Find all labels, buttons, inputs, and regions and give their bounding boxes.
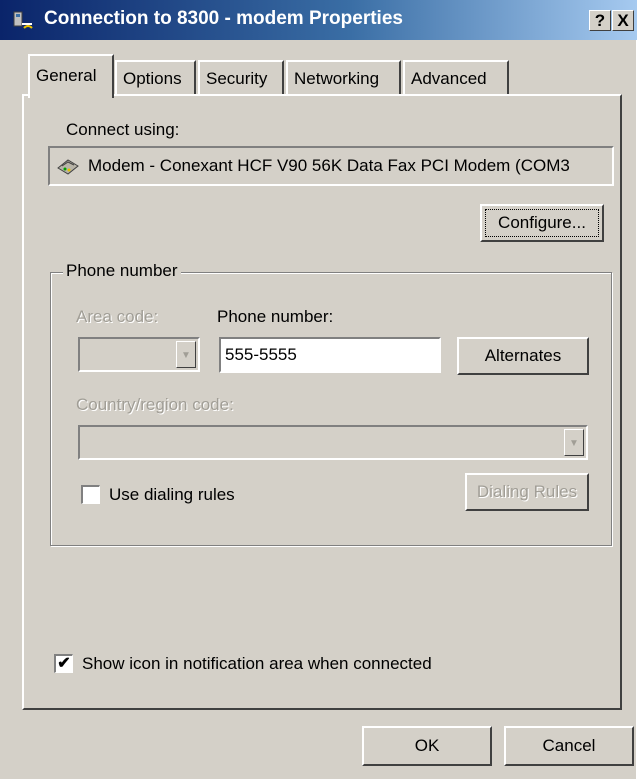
country-region-dropdown[interactable]: ▼ [78,425,588,460]
cancel-button[interactable]: Cancel [504,726,634,766]
help-button[interactable]: ? [589,10,611,31]
use-dialing-rules-checkbox[interactable] [81,485,100,504]
modem-icon [57,159,79,175]
show-icon-label[interactable]: Show icon in notification area when conn… [82,654,432,674]
dialing-rules-label: Dialing Rules [476,482,578,501]
phone-number-value: 555-5555 [225,345,297,364]
configure-button[interactable]: Configure... [480,204,604,242]
show-icon-checkbox[interactable]: ✔ [54,654,73,673]
check-icon: ✔ [57,655,71,672]
configure-label: Configure... [498,213,586,232]
chevron-down-icon[interactable]: ▼ [564,429,584,456]
device-name: Modem - Conexant HCF V90 56K Data Fax PC… [88,156,570,175]
tab-security[interactable]: Security [198,60,284,96]
tab-networking[interactable]: Networking [286,60,401,96]
use-dialing-rules-label[interactable]: Use dialing rules [109,485,235,505]
ok-label: OK [414,736,440,755]
close-button[interactable]: X [612,10,634,31]
phone-number-group: Phone number Area code: ▼ Phone number: … [50,261,612,546]
alternates-button[interactable]: Alternates [457,337,589,375]
tab-label: Advanced [411,69,487,88]
device-field: Modem - Conexant HCF V90 56K Data Fax PC… [48,146,614,186]
tab-options[interactable]: Options [115,60,196,96]
area-code-dropdown[interactable]: ▼ [78,337,200,372]
ok-button[interactable]: OK [362,726,492,766]
cancel-label: Cancel [542,736,596,755]
network-connection-icon [13,11,33,29]
window-title: Connection to 8300 - modem Properties [44,8,403,29]
connect-using-label: Connect using: [66,120,180,139]
title-bar[interactable]: Connection to 8300 - modem Properties ? … [0,0,637,40]
chevron-down-icon[interactable]: ▼ [176,341,196,368]
tab-label: Options [123,69,182,88]
country-region-label: Country/region code: [76,395,234,414]
properties-dialog: Connection to 8300 - modem Properties ? … [0,0,637,779]
tab-label: Networking [294,69,380,88]
tab-general[interactable]: General [28,54,114,98]
tab-label: Security [206,69,268,88]
phone-number-group-label: Phone number [63,261,181,281]
phone-number-input[interactable]: 555-5555 [219,337,441,373]
general-tab-panel: Connect using: Modem - Conexant HCF V90 … [22,94,622,710]
area-code-label: Area code: [76,307,159,326]
dialing-rules-button[interactable]: Dialing Rules [465,473,589,511]
phone-number-label: Phone number: [217,307,334,326]
alternates-label: Alternates [484,346,562,365]
tab-advanced[interactable]: Advanced [403,60,509,96]
tab-label: General [36,66,97,85]
